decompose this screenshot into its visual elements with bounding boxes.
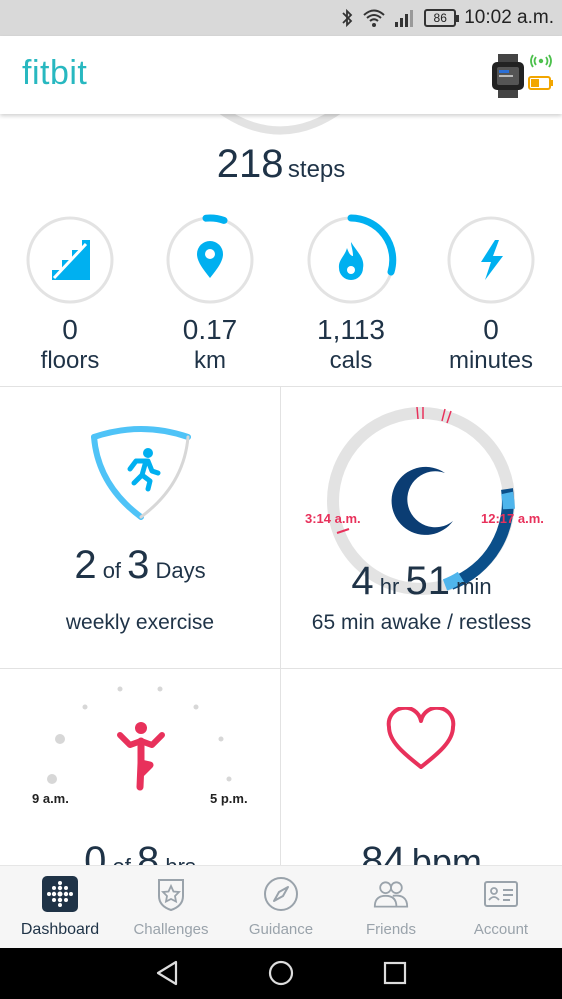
steps-value: 218: [216, 142, 284, 186]
calories-ring: [305, 214, 397, 306]
distance-ring: [164, 214, 256, 306]
device-status-button[interactable]: [490, 50, 553, 100]
active-minutes-ring: [445, 214, 537, 306]
device-battery-icon: [528, 76, 553, 90]
sleep-tile[interactable]: 12:17 a.m. 3:14 a.m. 4 hr 51 min 65 min …: [281, 387, 562, 669]
nav-challenges[interactable]: Challenges: [115, 866, 227, 949]
floors-value: 0: [62, 314, 78, 345]
steps-summary[interactable]: 218 steps: [0, 142, 562, 187]
exercise-unit: Days: [155, 558, 206, 583]
bluetooth-icon: [342, 8, 353, 28]
nav-dashboard-label: Dashboard: [20, 921, 100, 938]
stairs-icon: [52, 240, 90, 280]
sleep-min-unit: min: [456, 574, 492, 599]
sleep-minutes: 51: [405, 559, 450, 603]
stats-row: 0 floors 0.17 km 1,113 cals 0 minutes: [0, 214, 562, 384]
sleep-duration: 4 hr 51 min: [281, 559, 562, 604]
exercise-goal: 3: [127, 543, 150, 587]
calories-value: 1,113: [317, 314, 385, 345]
dashboard-tiles: 2 of 3 Days weekly exercise 12:17 a.m. 3…: [0, 386, 562, 869]
standing-person-icon: [117, 722, 165, 791]
back-icon[interactable]: [152, 958, 182, 988]
hourly-start-label: 9 a.m.: [32, 791, 69, 806]
nav-friends-label: Friends: [365, 921, 417, 938]
wifi-icon: [363, 9, 385, 27]
distance-label: km: [194, 347, 226, 374]
bottom-navigation: Dashboard Challenges Guidance Friends Ac…: [0, 865, 562, 948]
stat-active-minutes[interactable]: 0 minutes: [421, 214, 561, 376]
dashboard-icon: [42, 876, 78, 912]
flame-icon: [338, 242, 364, 280]
floors-label: floors: [40, 347, 100, 374]
challenges-star-icon: [158, 879, 184, 912]
exercise-shield-icon: [91, 426, 191, 520]
sleep-hr-unit: hr: [379, 574, 400, 599]
nav-guidance-label: Guidance: [248, 921, 314, 938]
recent-apps-icon[interactable]: [380, 958, 410, 988]
nav-friends[interactable]: Friends: [335, 866, 447, 949]
watch-icon: [492, 54, 524, 98]
nav-challenges-label: Challenges: [133, 921, 209, 938]
sleep-start-time: 12:17 a.m.: [481, 511, 544, 526]
hourly-activity-tile[interactable]: 9 a.m. 5 p.m. 0 of 8 hrs: [0, 669, 281, 869]
exercise-tile[interactable]: 2 of 3 Days weekly exercise: [0, 387, 281, 669]
sleep-hours: 4: [351, 559, 374, 603]
heart-rate-tile[interactable]: 84 bpm: [281, 669, 562, 869]
lightning-icon: [481, 240, 503, 280]
status-bar: 86 10:02 a.m.: [0, 0, 562, 36]
nav-account-label: Account: [473, 921, 529, 938]
sleep-caption: 65 min awake / restless: [311, 611, 532, 634]
stat-calories[interactable]: 1,113 cals: [281, 214, 421, 376]
account-card-icon: [484, 881, 518, 907]
home-icon[interactable]: [266, 958, 296, 988]
compass-icon: [264, 877, 298, 911]
exercise-done: 2: [74, 543, 97, 587]
heart-icon: [386, 707, 456, 769]
active-minutes-value: 0: [483, 314, 499, 345]
clock: 10:02 a.m.: [464, 7, 554, 28]
stat-distance[interactable]: 0.17 km: [140, 214, 280, 376]
exercise-summary: 2 of 3 Days: [0, 543, 280, 588]
system-navigation-bar: [0, 948, 562, 999]
battery-indicator: 86: [424, 9, 460, 27]
floors-ring: [24, 214, 116, 306]
stat-floors[interactable]: 0 floors: [0, 214, 140, 376]
location-pin-icon: [197, 241, 223, 278]
exercise-caption: weekly exercise: [65, 611, 215, 634]
nav-dashboard[interactable]: Dashboard: [4, 866, 116, 949]
hourly-end-label: 5 p.m.: [210, 791, 248, 806]
active-minutes-label: minutes: [448, 347, 534, 374]
sync-signal-icon: [530, 54, 552, 68]
signal-icon: [395, 10, 414, 27]
nav-account[interactable]: Account: [445, 866, 557, 949]
fitbit-logo: fitbit: [22, 54, 88, 92]
exercise-of: of: [102, 558, 122, 583]
steps-unit: steps: [287, 156, 346, 183]
distance-value: 0.17: [182, 314, 238, 345]
sleep-end-time: 3:14 a.m.: [305, 511, 361, 526]
calories-label: cals: [329, 347, 373, 374]
friends-icon: [373, 881, 409, 908]
app-header: fitbit: [0, 36, 562, 114]
nav-guidance[interactable]: Guidance: [225, 866, 337, 949]
